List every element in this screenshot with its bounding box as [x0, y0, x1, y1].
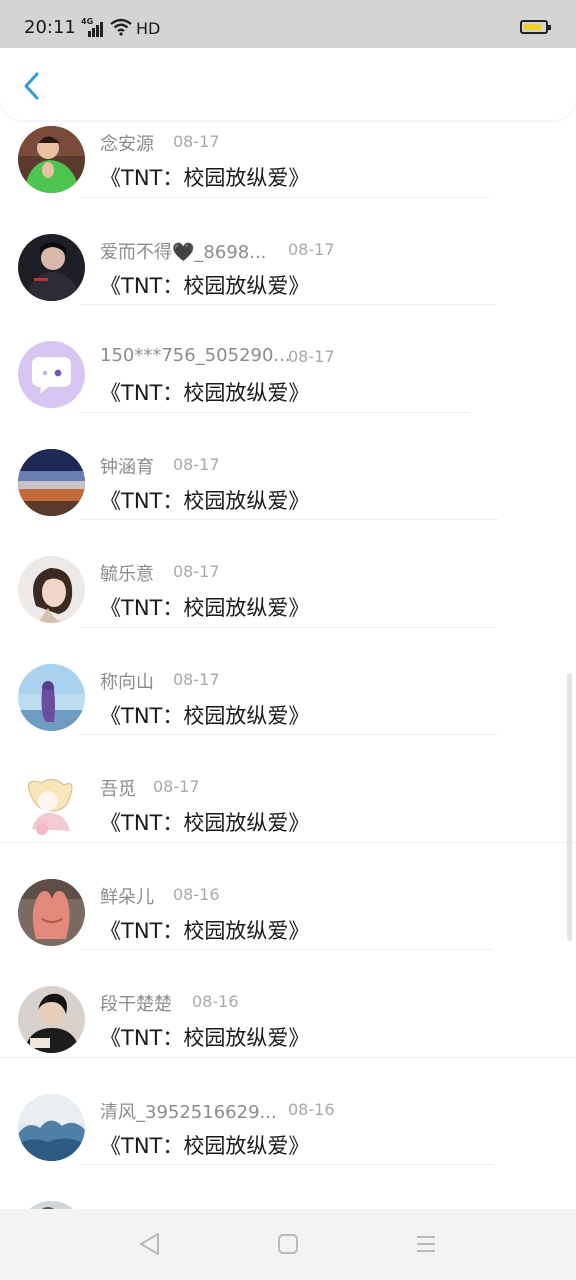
avatar[interactable]: [18, 556, 85, 623]
user-name: 钟涵育: [100, 456, 154, 478]
reader-list: 念安源 08-17 《TNT：校园放纵爱》 爱而不得🖤_8698... 08-1…: [0, 90, 576, 1273]
list-item[interactable]: 段干楚楚 08-16 《TNT：校园放纵爱》: [0, 950, 576, 1058]
hd-indicator: HD: [136, 19, 161, 38]
avatar[interactable]: [18, 663, 85, 731]
list-item[interactable]: 150***756_505290... 08-17 《TNT：校园放纵爱》: [0, 305, 576, 413]
square-home-icon[interactable]: [277, 1233, 299, 1255]
chevron-left-icon: [24, 72, 39, 100]
comment-date: 08-17: [173, 562, 220, 581]
comment-date: 08-17: [173, 132, 220, 151]
avatar[interactable]: [18, 126, 85, 193]
comment-date: 08-16: [288, 1099, 335, 1119]
book-title: 《TNT：校园放纵爱》: [100, 811, 310, 835]
book-title: 《TNT：校园放纵爱》: [100, 918, 310, 943]
comment-date: 08-16: [192, 992, 239, 1011]
book-title: 《TNT：校园放纵爱》: [100, 596, 310, 620]
avatar[interactable]: [18, 448, 85, 516]
screen: 20:11 4G HD 念安源 08-17 《TNT：校园放纵爱》 爱而不得🖤_…: [0, 0, 576, 1280]
menu-lines-icon[interactable]: [415, 1233, 437, 1255]
book-title: 《TNT：校园放纵爱》: [100, 166, 310, 190]
navigation-bar: [0, 1209, 576, 1280]
wifi-icon: [110, 18, 132, 36]
scrollbar-thumb[interactable]: [567, 673, 572, 941]
list-item[interactable]: 吾觅 08-17 《TNT：校园放纵爱》: [0, 735, 576, 843]
back-button[interactable]: [12, 66, 52, 106]
header: [0, 46, 576, 120]
status-time: 20:11: [24, 17, 76, 38]
list-item[interactable]: 鲜朵儿 08-16 《TNT：校园放纵爱》: [0, 843, 576, 950]
book-title: 《TNT：校园放纵爱》: [100, 381, 310, 405]
user-name: 毓乐意: [100, 564, 154, 585]
comment-date: 08-17: [288, 347, 335, 366]
battery-icon: [520, 20, 551, 34]
network-type: 4G: [81, 17, 94, 26]
list-item[interactable]: 爱而不得🖤_8698... 08-17 《TNT：校园放纵爱》: [0, 198, 576, 305]
comment-date: 08-17: [153, 777, 200, 796]
book-title: 《TNT：校园放纵爱》: [100, 1026, 310, 1050]
triangle-back-icon[interactable]: [137, 1231, 163, 1257]
user-name: 念安源: [100, 134, 154, 155]
list-item[interactable]: 清风_3952516629... 08-16 《TNT：校园放纵爱》: [0, 1058, 576, 1165]
user-name: 称向山: [100, 671, 154, 693]
avatar[interactable]: [18, 986, 85, 1053]
avatar[interactable]: [18, 771, 85, 838]
book-title: 《TNT：校园放纵爱》: [100, 488, 310, 513]
avatar[interactable]: [18, 878, 85, 946]
avatar[interactable]: [18, 1093, 85, 1161]
list-item[interactable]: 钟涵育 08-17 《TNT：校园放纵爱》: [0, 413, 576, 520]
avatar[interactable]: [18, 233, 85, 301]
user-name: 爱而不得🖤_8698...: [100, 241, 267, 263]
user-name: 段干楚楚: [100, 994, 172, 1015]
avatar[interactable]: [18, 341, 85, 408]
status-bar: 20:11 4G HD: [0, 0, 576, 48]
list-item[interactable]: 毓乐意 08-17 《TNT：校园放纵爱》: [0, 520, 576, 628]
book-title: 《TNT：校园放纵爱》: [100, 703, 310, 728]
user-name: 吾觅: [100, 779, 136, 800]
comment-date: 08-16: [173, 884, 220, 904]
comment-date: 08-17: [288, 239, 335, 259]
book-title: 《TNT：校园放纵爱》: [100, 273, 310, 298]
comment-date: 08-17: [173, 454, 220, 474]
user-name: 鲜朵儿: [100, 886, 154, 908]
comment-date: 08-17: [173, 669, 220, 689]
signal-icon: 4G: [81, 17, 105, 37]
list-item[interactable]: 称向山 08-17 《TNT：校园放纵爱》: [0, 628, 576, 735]
user-name: 清风_3952516629...: [100, 1101, 277, 1123]
book-title: 《TNT：校园放纵爱》: [100, 1133, 310, 1158]
user-name: 150***756_505290...: [100, 345, 291, 366]
